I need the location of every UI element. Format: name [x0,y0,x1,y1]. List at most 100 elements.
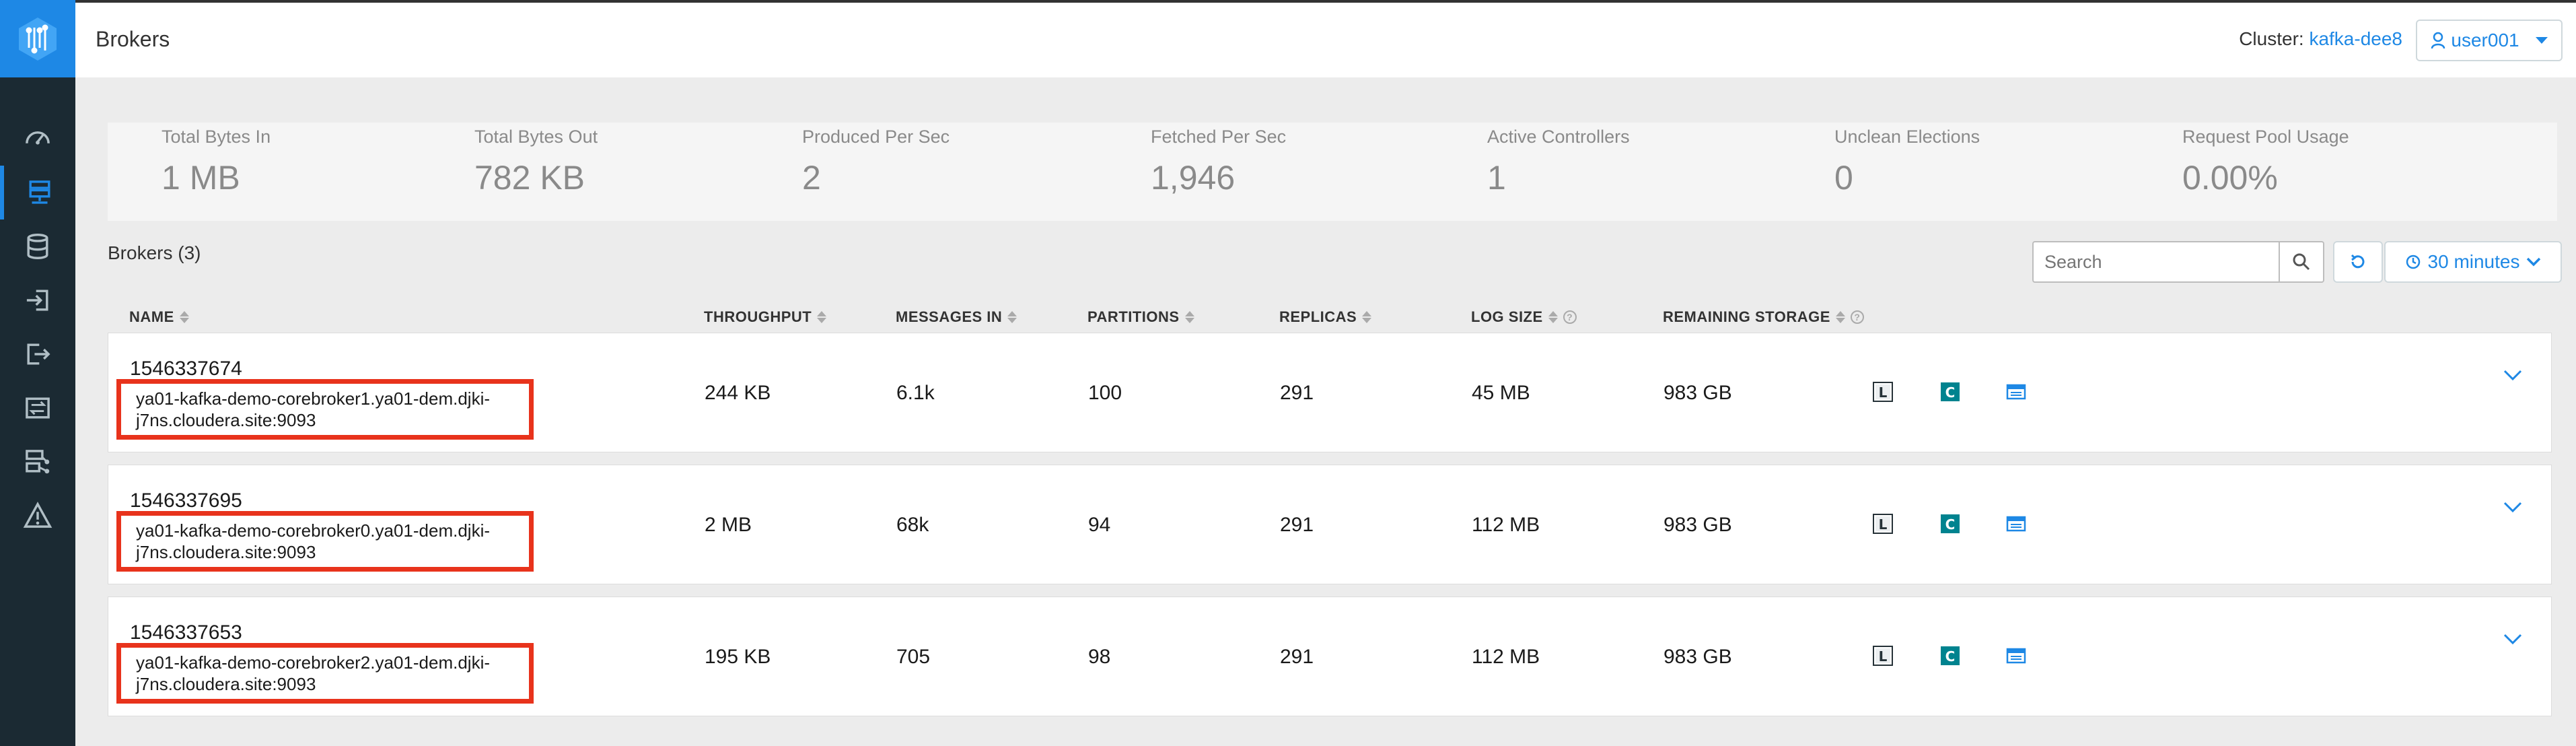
remaining-storage-cell: 983 GB [1663,646,1732,668]
nav-replication[interactable] [0,381,75,435]
broker-host-highlight: ya01-kafka-demo-corebroker1.ya01-dem.djk… [116,379,534,440]
top-header: Brokers Cluster: kafka-dee8 user001 [75,0,2576,77]
remaining-storage-cell: 983 GB [1663,382,1732,404]
brokers-icon [29,180,50,204]
gauge-icon [26,131,50,145]
nav-producers[interactable] [0,273,75,327]
stat-fetched-per-sec: Fetched Per Sec 1,946 [1151,123,1286,197]
log-icon[interactable]: L [1873,646,1893,666]
broker-id: 1546337653 [130,621,242,644]
stat-total-bytes-in: Total Bytes In 1 MB [162,123,271,197]
col-header-label: REPLICAS [1279,308,1357,325]
nav-dashboard[interactable] [0,112,75,166]
messages-in-cell: 68k [896,514,929,536]
refresh-button[interactable] [2333,241,2383,283]
config-icon[interactable]: C [1940,382,1960,402]
broker-row[interactable]: 1546337674 ya01-kafka-demo-corebroker1.y… [108,333,2552,452]
log-icon[interactable]: L [1873,514,1893,534]
search-button[interactable] [2279,242,2323,281]
col-header-remaining-storage[interactable]: REMAINING STORAGE ? [1663,308,1864,326]
expand-chevron-icon[interactable] [2503,500,2523,514]
stat-label: Total Bytes Out [474,127,598,147]
logo-icon [19,17,57,61]
sort-icon [1007,311,1017,323]
sidebar [0,0,75,746]
help-icon[interactable]: ? [1563,310,1577,324]
sort-icon [817,311,827,323]
log-size-cell: 45 MB [1472,382,1530,404]
user-icon [2431,32,2445,49]
search-icon [2293,253,2310,271]
col-header-messages-in[interactable]: MESSAGES IN [896,308,1017,326]
help-icon[interactable]: ? [1850,310,1864,324]
col-header-label: THROUGHPUT [704,308,812,325]
sort-icon [1548,311,1558,323]
config-icon[interactable]: C [1940,646,1960,666]
broker-host-highlight: ya01-kafka-demo-corebroker2.ya01-dem.djk… [116,643,534,704]
col-header-label: REMAINING STORAGE [1663,308,1830,325]
user-menu-button[interactable]: user001 [2416,20,2563,61]
metrics-panel-icon[interactable] [2006,382,2026,402]
config-icon[interactable]: C [1940,514,1960,534]
col-header-replicas[interactable]: REPLICAS [1279,308,1372,326]
partitions-cell: 98 [1088,646,1111,668]
replication-icon [26,397,50,419]
stat-value: 1 MB [162,159,240,197]
stat-label: Unclean Elections [1834,127,1980,147]
stat-label: Request Pool Usage [2182,127,2349,147]
cluster-name[interactable]: kafka-dee8 [2309,28,2402,49]
log-icon-letter: L [1879,516,1888,533]
metrics-panel-icon[interactable] [2006,514,2026,534]
col-header-label: NAME [129,308,174,325]
sort-icon [179,311,189,323]
col-header-partitions[interactable]: PARTITIONS [1087,308,1194,326]
cluster-label: Cluster: [2239,28,2304,49]
stat-value: 782 KB [474,159,585,197]
broker-host-line: j7ns.cloudera.site:9093 [136,674,316,694]
stat-label: Produced Per Sec [802,127,950,147]
metrics-summary: Total Bytes In 1 MB Total Bytes Out 782 … [108,123,2557,221]
col-header-label: LOG SIZE [1471,308,1543,325]
expand-chevron-icon[interactable] [2503,632,2523,646]
remaining-storage-cell: 983 GB [1663,514,1732,536]
stat-label: Total Bytes In [162,127,271,147]
chevron-down-icon [2535,37,2548,44]
broker-id: 1546337695 [130,489,242,512]
nav-brokers[interactable] [0,166,75,219]
broker-host-highlight: ya01-kafka-demo-corebroker0.ya01-dem.djk… [116,511,534,572]
nav-data-explorer[interactable] [0,435,75,489]
stat-value: 1 [1487,159,1506,197]
time-range-selector[interactable]: 30 minutes [2384,241,2562,283]
refresh-icon [2351,254,2365,269]
app-logo[interactable] [0,0,75,77]
config-icon-letter: C [1945,384,1956,401]
nav-consumers[interactable] [0,327,75,381]
sort-icon [1184,311,1194,323]
topology-icon [26,450,50,474]
log-icon-letter: L [1879,648,1888,665]
col-header-throughput[interactable]: THROUGHPUT [704,308,827,326]
messages-in-cell: 705 [896,646,931,668]
col-header-name[interactable]: NAME [129,308,189,326]
col-header-log-size[interactable]: LOG SIZE ? [1471,308,1577,326]
throughput-cell: 2 MB [705,514,752,536]
nav-topics[interactable] [0,219,75,273]
chevron-down-icon [2527,257,2541,267]
stat-request-pool-usage: Request Pool Usage 0.00% [2182,123,2349,197]
search-input[interactable] [2034,242,2279,281]
cluster-indicator: Cluster: kafka-dee8 [2239,28,2402,50]
broker-row[interactable]: 1546337653 ya01-kafka-demo-corebroker2.y… [108,597,2552,716]
search-box [2032,241,2324,283]
log-icon[interactable]: L [1873,382,1893,402]
brokers-count-title: Brokers (3) [108,242,201,263]
nav-alerts[interactable] [0,489,75,543]
broker-host-line: j7ns.cloudera.site:9093 [136,542,316,562]
log-icon-letter: L [1879,384,1888,401]
page-title: Brokers [96,27,170,51]
expand-chevron-icon[interactable] [2503,368,2523,382]
consumer-icon [27,343,50,365]
broker-id: 1546337674 [130,358,242,380]
broker-row[interactable]: 1546337695 ya01-kafka-demo-corebroker0.y… [108,465,2552,584]
metrics-panel-icon[interactable] [2006,646,2026,666]
replicas-cell: 291 [1280,646,1314,668]
